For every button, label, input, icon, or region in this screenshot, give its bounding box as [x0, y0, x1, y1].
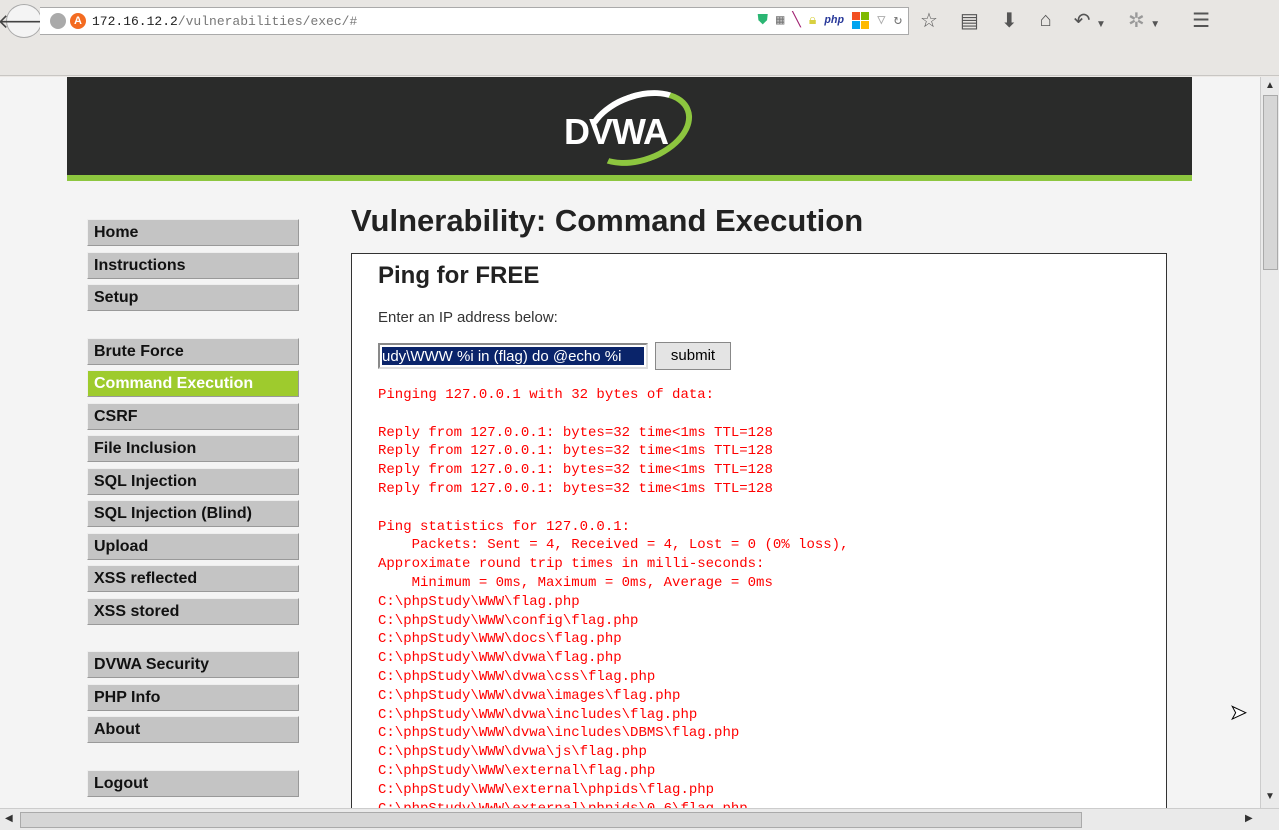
command-output: Pinging 127.0.0.1 with 32 bytes of data:…	[378, 387, 849, 808]
submit-button[interactable]: submit	[655, 342, 731, 370]
reload-icon[interactable]: ↻	[894, 12, 902, 29]
menu-command-execution[interactable]: Command Execution	[87, 370, 299, 397]
ping-box: Ping for FREE Enter an IP address below:…	[351, 253, 1167, 808]
menu-setup[interactable]: Setup	[87, 284, 299, 311]
menu-xss-stored[interactable]: XSS stored	[87, 597, 299, 625]
ip-input-value: udy\WWW %i in (flag) do @echo %i	[382, 347, 644, 365]
menu-icon[interactable]: ☰	[1192, 8, 1210, 33]
menu-sql-injection-blind[interactable]: SQL Injection (Blind)	[87, 500, 299, 527]
php-icon[interactable]: php	[824, 15, 844, 27]
menu-home[interactable]: Home	[87, 219, 299, 246]
menu-sql-injection[interactable]: SQL Injection	[87, 467, 299, 495]
menu-xss-reflected[interactable]: XSS reflected	[87, 565, 299, 592]
horizontal-scroll-thumb[interactable]	[20, 812, 1082, 828]
menu-instructions[interactable]: Instructions	[87, 251, 299, 279]
menu-upload[interactable]: Upload	[87, 532, 299, 560]
page: DVWA Home Instructions Setup Brute Force…	[0, 77, 1260, 808]
sidebar-menu: Home Instructions Setup Brute Force Comm…	[87, 219, 299, 802]
menu-logout[interactable]: Logout	[87, 769, 299, 797]
home-icon[interactable]: ⌂	[1040, 9, 1052, 32]
addon-icon[interactable]: ✲ ▼	[1128, 8, 1160, 33]
lock-icon[interactable]: 🔒︎	[809, 13, 816, 29]
vertical-scroll-thumb[interactable]	[1263, 95, 1278, 270]
ip-input[interactable]: udy\WWW %i in (flag) do @echo %i	[378, 343, 648, 369]
bookmark-star-icon[interactable]: ☆	[920, 8, 938, 33]
menu-file-inclusion[interactable]: File Inclusion	[87, 435, 299, 462]
dropdown-icon[interactable]: ▽	[877, 12, 885, 29]
adblock-icon[interactable]: A	[70, 13, 86, 29]
browser-toolbar: 🡐 A 172.16.12.2 /vulnerabilities/exec/# …	[0, 0, 1279, 76]
url-path: /vulnerabilities/exec/#	[177, 13, 358, 29]
qr-code-icon[interactable]: ▦	[776, 12, 784, 29]
url-host: 172.16.12.2	[92, 13, 178, 29]
vertical-scrollbar[interactable]: ▲ ▼	[1260, 77, 1279, 808]
url-bar[interactable]: A 172.16.12.2 /vulnerabilities/exec/# ⛊ …	[40, 7, 909, 35]
download-icon[interactable]: ⬇	[1001, 8, 1018, 33]
shield-icon[interactable]: ⛊	[757, 13, 768, 29]
ip-label: Enter an IP address below:	[378, 309, 558, 326]
windows-icon[interactable]	[852, 12, 870, 29]
feather-icon[interactable]: ╲	[792, 12, 800, 29]
menu-brute-force[interactable]: Brute Force	[87, 337, 299, 365]
dvwa-logo: DVWA	[562, 77, 703, 180]
globe-icon	[50, 13, 66, 29]
mouse-cursor-icon: ➤	[1230, 702, 1248, 725]
menu-dvwa-security[interactable]: DVWA Security	[87, 651, 299, 678]
reading-list-icon[interactable]: ▤	[960, 8, 979, 33]
page-title: Vulnerability: Command Execution	[351, 203, 864, 238]
menu-php-info[interactable]: PHP Info	[87, 683, 299, 711]
menu-about[interactable]: About	[87, 716, 299, 743]
undo-icon[interactable]: ↶ ▼	[1074, 8, 1106, 33]
menu-csrf[interactable]: CSRF	[87, 402, 299, 430]
dvwa-header: DVWA	[67, 77, 1192, 181]
horizontal-scrollbar[interactable]: ◀ ▶	[0, 808, 1279, 830]
box-title: Ping for FREE	[378, 262, 540, 289]
back-button[interactable]: 🡐	[0, 4, 51, 38]
